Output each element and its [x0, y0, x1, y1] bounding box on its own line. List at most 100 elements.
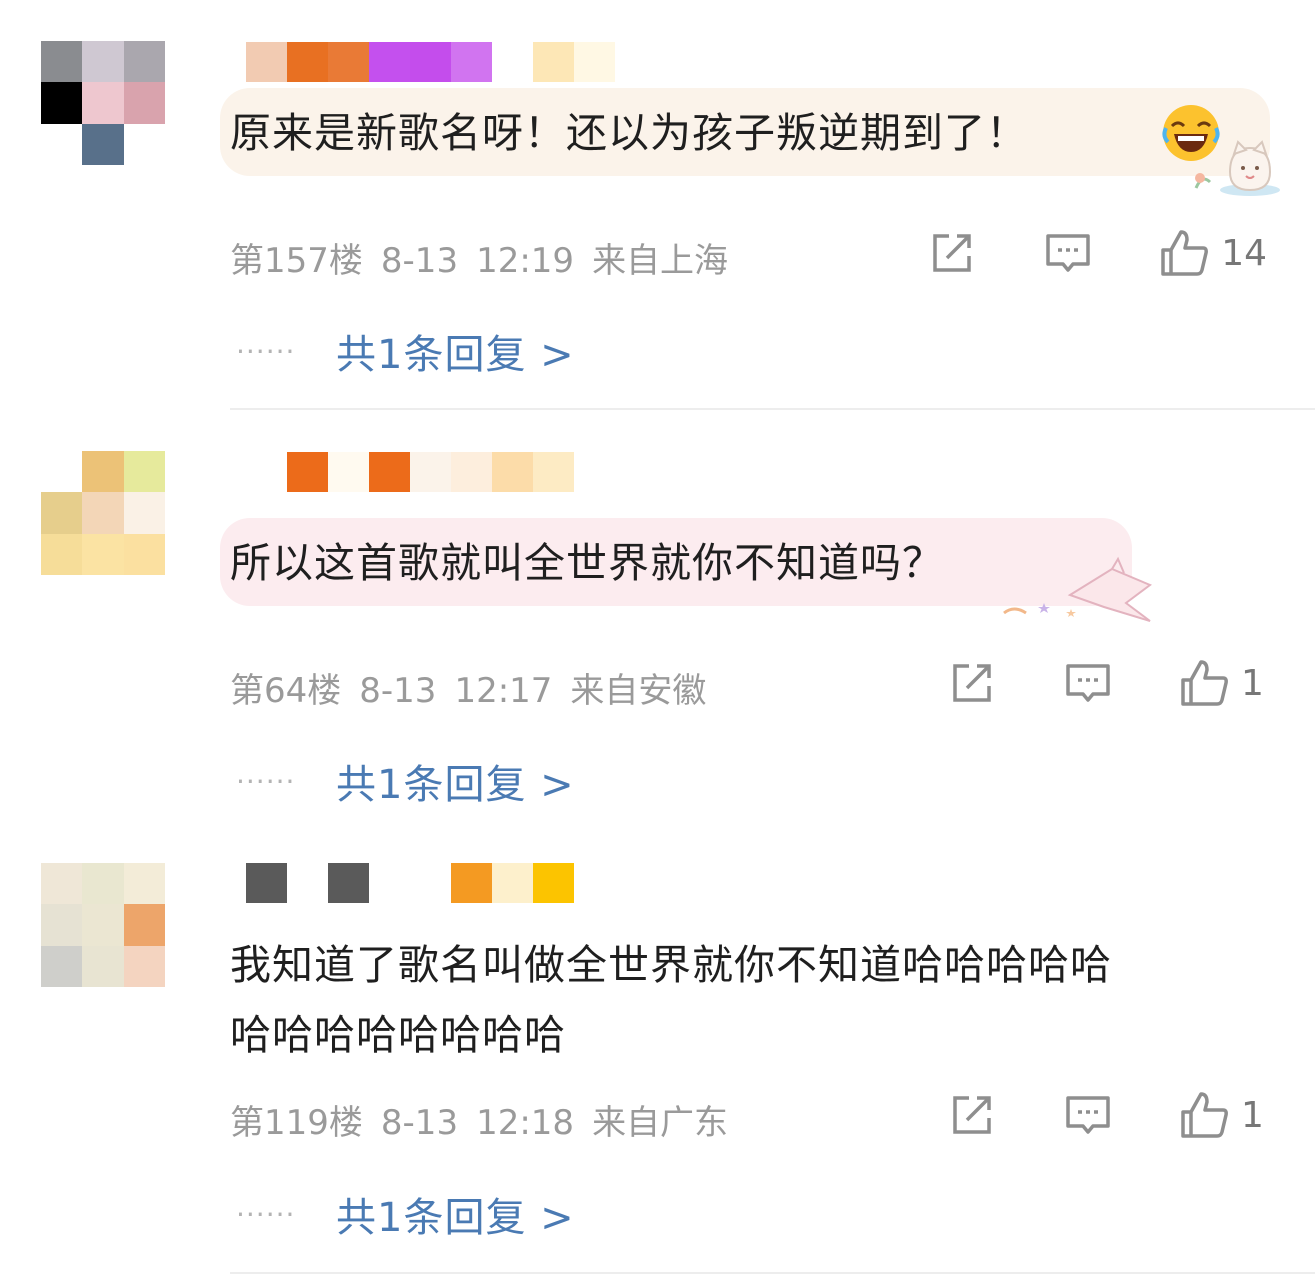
avatar-pixel: [123, 863, 165, 905]
like-count: 1: [1241, 662, 1264, 704]
avatar-pixel: [123, 533, 165, 575]
username-pixel: [369, 863, 410, 903]
avatar-pixel: [82, 863, 124, 905]
comment-divider: [230, 1272, 1315, 1274]
floor-number: 第157楼: [230, 241, 363, 281]
username-pixel: [246, 863, 287, 903]
username-pixel: [451, 863, 492, 903]
post-location: 来自上海: [592, 241, 729, 281]
comment-button[interactable]: [1043, 228, 1093, 278]
like-count: 1: [1241, 1094, 1264, 1136]
avatar[interactable]: [41, 451, 165, 575]
comment-actions: 1: [881, 1090, 1267, 1140]
avatar-pixel: [82, 533, 124, 575]
username-pixel: [328, 863, 369, 903]
username-pixel: [533, 42, 574, 82]
comment-text: 原来是新歌名呀！还以为孩子叛逆期到了！: [230, 98, 1028, 168]
avatar-pixel: [123, 945, 165, 987]
username-pixel: [410, 863, 451, 903]
thumbs-up-icon: [1181, 660, 1228, 706]
username-pixel: [246, 452, 287, 492]
username-pixel: [410, 42, 451, 82]
comment-actions: 14: [861, 228, 1267, 278]
post-date: 8-13: [380, 241, 459, 281]
comment-meta: 第157楼 8-13 12:19 来自上海: [230, 233, 746, 282]
reply-summary: ······ 共1条回复 >: [236, 752, 575, 810]
like-count: 14: [1221, 232, 1267, 274]
floor-number: 第64楼: [230, 671, 342, 711]
username-pixel: [369, 42, 410, 82]
comment-meta: 第119楼 8-13 12:18 来自广东: [230, 1095, 746, 1144]
avatar-pixel: [82, 904, 124, 946]
post-time: 12:18: [476, 1103, 575, 1143]
avatar-pixel: [41, 82, 83, 124]
username-pixel: [533, 452, 574, 492]
username-pixel: [533, 863, 574, 903]
share-button[interactable]: [947, 1090, 997, 1140]
username-pixel: [369, 452, 410, 492]
comment-item: 我知道了歌名叫做全世界就你不知道哈哈哈哈哈 哈哈哈哈哈哈哈哈 第119楼 8-13…: [0, 830, 1315, 1280]
avatar-pixel: [41, 492, 83, 534]
reply-summary: ······ 共1条回复 >: [236, 1185, 575, 1243]
username-pixel: [410, 452, 451, 492]
avatar-pixel: [82, 492, 124, 534]
avatar-pixel: [82, 82, 124, 124]
username-pixel: [246, 42, 287, 82]
username-pixel: [328, 42, 369, 82]
paper-crane-sticker-icon: [1003, 556, 1152, 622]
avatar-pixel: [82, 41, 124, 83]
avatar-pixel: [123, 492, 165, 534]
avatar-pixel: [82, 451, 124, 493]
comment-text-line: 所以这首歌就叫全世界就你不知道吗？: [230, 539, 944, 587]
avatar-pixel: [123, 82, 165, 124]
comment-icon: [1066, 1096, 1110, 1134]
username-pixel: [492, 863, 533, 903]
comment-text-line: 原来是新歌名呀！还以为孩子叛逆期到了！: [230, 109, 1028, 157]
username-pixel: [451, 42, 492, 82]
avatar-pixel: [41, 863, 83, 905]
comment-button[interactable]: [1063, 658, 1113, 708]
like-button[interactable]: 14: [1159, 228, 1267, 278]
like-button[interactable]: 1: [1179, 1090, 1267, 1140]
view-replies-link[interactable]: 共1条回复 >: [336, 1185, 575, 1243]
post-date: 8-13: [380, 1103, 459, 1143]
post-location: 来自广东: [592, 1103, 729, 1143]
view-replies-link[interactable]: 共1条回复 >: [336, 752, 575, 810]
avatar-pixel: [123, 451, 165, 493]
comment-text: 所以这首歌就叫全世界就你不知道吗？: [230, 528, 944, 598]
avatar-pixel: [41, 451, 83, 493]
avatar-pixel: [123, 123, 165, 165]
like-button[interactable]: 1: [1179, 658, 1267, 708]
view-replies-link[interactable]: 共1条回复 >: [336, 322, 575, 380]
username-pixel: [287, 452, 328, 492]
avatar-pixel: [41, 904, 83, 946]
username[interactable]: [246, 452, 574, 492]
username[interactable]: [246, 42, 615, 82]
comment-text-line: 我知道了歌名叫做全世界就你不知道哈哈哈哈哈: [230, 941, 1112, 989]
post-time: 12:17: [454, 671, 553, 711]
thumbs-up-icon: [1161, 230, 1209, 276]
comment-icon: [1046, 234, 1090, 272]
share-button[interactable]: [947, 658, 997, 708]
username-pixel: [574, 42, 615, 82]
avatar[interactable]: [41, 863, 165, 987]
cat-sticker-icon: [1194, 140, 1280, 196]
share-button[interactable]: [927, 228, 977, 278]
thumbs-up-icon: [1181, 1092, 1228, 1138]
username-pixel: [287, 863, 328, 903]
post-location: 来自安徽: [570, 671, 707, 711]
avatar-pixel: [41, 533, 83, 575]
reply-dots: ······: [236, 1197, 296, 1231]
comment-meta: 第64楼 8-13 12:17 来自安徽: [230, 663, 724, 712]
avatar-pixel: [82, 945, 124, 987]
avatar-pixel: [123, 41, 165, 83]
username-pixel: [328, 452, 369, 492]
post-date: 8-13: [359, 671, 437, 711]
post-time: 12:19: [476, 241, 575, 281]
comment-text-line: 哈哈哈哈哈哈哈哈: [230, 1011, 566, 1059]
comment-text: 我知道了歌名叫做全世界就你不知道哈哈哈哈哈 哈哈哈哈哈哈哈哈: [230, 930, 1112, 1070]
username[interactable]: [246, 863, 574, 903]
share-icon: [953, 1096, 991, 1134]
comment-button[interactable]: [1063, 1090, 1113, 1140]
avatar[interactable]: [41, 41, 165, 165]
